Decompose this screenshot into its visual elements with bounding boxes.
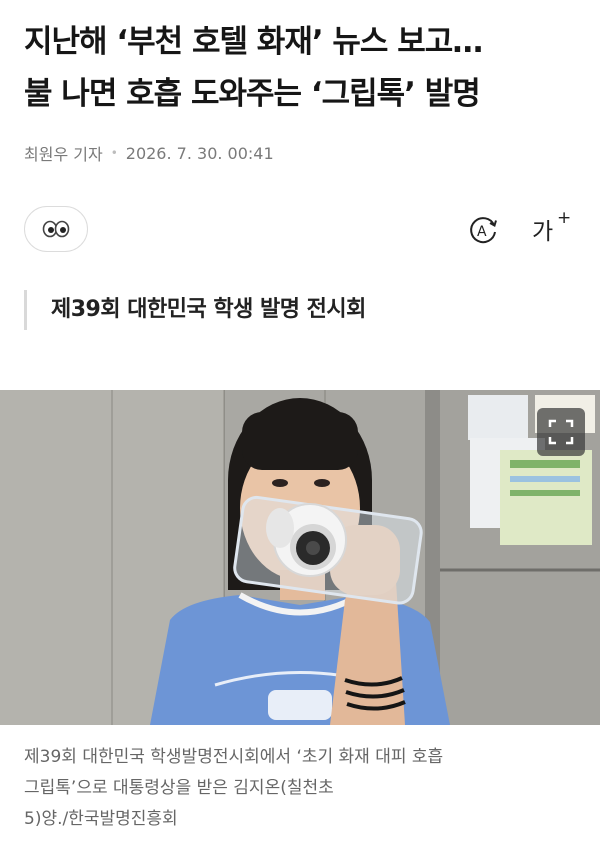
byline: 최원우 기자 • 2026. 7. 30. 00:41 bbox=[24, 141, 274, 165]
photo-illustration bbox=[0, 390, 600, 725]
article-headline: 지난해 ‘부천 호텔 화재’ 뉴스 보고… 불 나면 호흡 도와주는 ‘그립톡’… bbox=[24, 16, 584, 120]
tts-button[interactable]: A bbox=[466, 213, 500, 247]
publish-datetime: 2026. 7. 30. 00:41 bbox=[125, 143, 274, 163]
caption-line-1: 제39회 대한민국 학생발명전시회에서 ‘초기 화재 대피 호흡 bbox=[24, 747, 444, 767]
reaction-button[interactable] bbox=[24, 206, 88, 252]
article-subtitle: 제39회 대한민국 학생 발명 전시회 bbox=[24, 290, 366, 330]
caption-line-3: 5)양./한국발명진흥회 bbox=[24, 809, 178, 829]
fullscreen-icon bbox=[548, 419, 574, 445]
tts-letter: A bbox=[477, 224, 487, 240]
caption-line-2: 그립톡’으로 대통령상을 받은 김지온(칠천초 bbox=[24, 778, 334, 798]
expand-photo-button[interactable] bbox=[537, 408, 585, 456]
article-photo[interactable] bbox=[0, 390, 600, 725]
font-size-label: 가 bbox=[532, 219, 554, 245]
headline-line-2: 불 나면 호흡 도와주는 ‘그립톡’ 발명 bbox=[24, 76, 481, 112]
font-size-plus-icon: + bbox=[557, 208, 572, 228]
author-name[interactable]: 최원우 기자 bbox=[24, 141, 103, 165]
audio-read-icon: A bbox=[470, 217, 497, 244]
headline-line-1: 지난해 ‘부천 호텔 화재’ 뉴스 보고… bbox=[24, 24, 483, 60]
photo-caption: 제39회 대한민국 학생발명전시회에서 ‘초기 화재 대피 호흡 그립톡’으로 … bbox=[24, 742, 580, 835]
eyes-icon bbox=[42, 220, 70, 238]
byline-separator: • bbox=[110, 146, 118, 160]
font-size-button[interactable]: 가 + bbox=[532, 208, 572, 246]
